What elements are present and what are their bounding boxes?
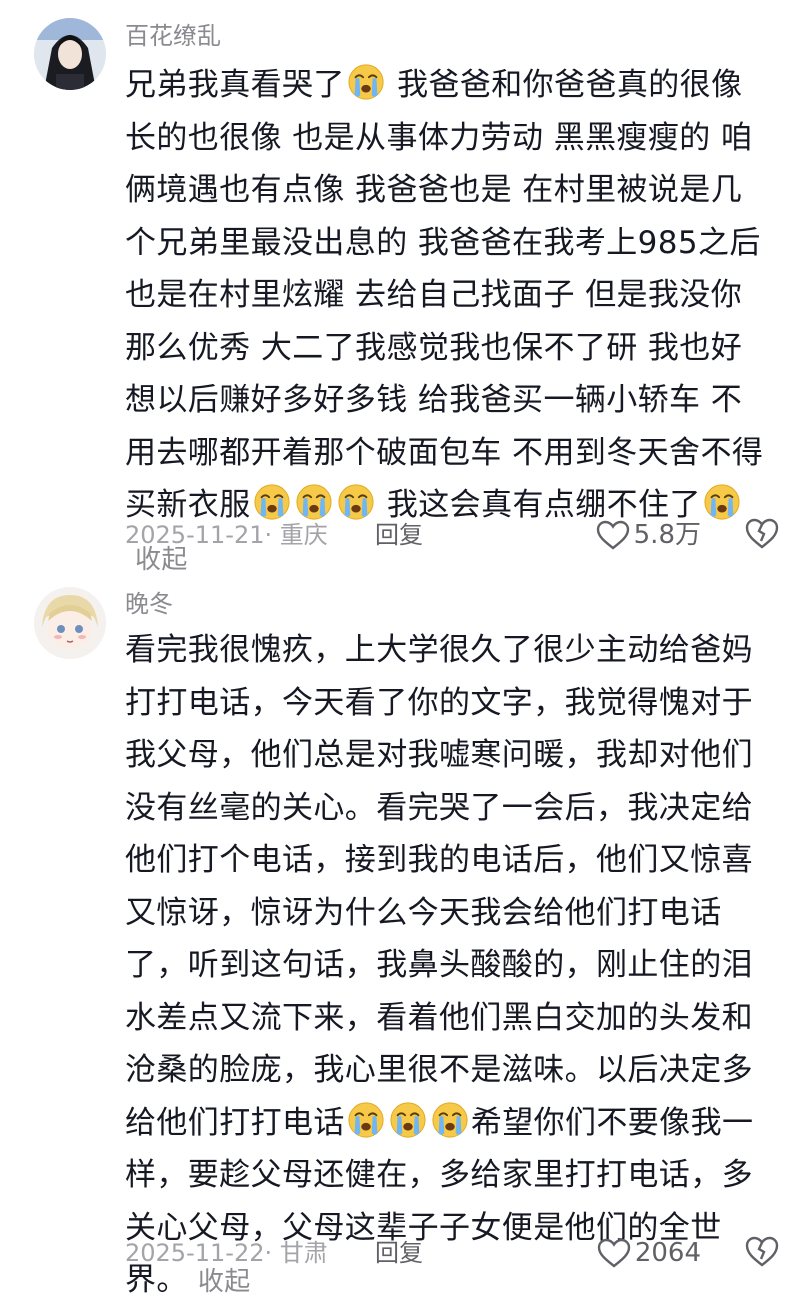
like-count: 2064: [634, 1238, 701, 1268]
comment-text-segment: 兄弟我真看哭了: [125, 67, 345, 103]
like-button[interactable]: 2064: [597, 1233, 701, 1273]
crying-emoji-icon: [348, 64, 384, 100]
comment-body: 兄弟我真看哭了 我爸爸和你爸爸真的很像 长的也很像 也是从事体力劳动 黑黑瘦瘦的…: [125, 64, 764, 523]
username[interactable]: 晚冬: [125, 588, 173, 620]
comment-text-segment: 看完我很愧疚，上大学很久了很少主动给爸妈打打电话，今天看了你的文字，我觉得愧对于…: [125, 632, 753, 1141]
reply-button[interactable]: 回复: [375, 1233, 423, 1273]
dislike-button[interactable]: [745, 1235, 779, 1279]
anime-avatar-icon: [34, 18, 106, 90]
user-avatar[interactable]: [34, 18, 106, 90]
like-count: 5.8万: [633, 520, 701, 550]
crying-emoji-icon: [348, 1101, 384, 1138]
comment-text: 兄弟我真看哭了 我爸爸和你爸爸真的很像 长的也很像 也是从事体力劳动 黑黑瘦瘦的…: [125, 59, 765, 586]
comment-meta: 2025-11-21· 重庆 回复 5.8万: [125, 515, 779, 555]
crying-emoji-icon: [432, 1101, 468, 1138]
username[interactable]: 百花缭乱: [125, 20, 221, 52]
broken-heart-icon: [745, 518, 779, 549]
anime-avatar-icon: [34, 587, 106, 659]
heart-icon: [596, 520, 629, 550]
date-location: 2025-11-22· 甘肃: [125, 1239, 328, 1267]
user-avatar[interactable]: [34, 587, 106, 659]
dislike-button[interactable]: [745, 517, 779, 561]
comment-meta: 2025-11-22· 甘肃 回复 2064: [125, 1233, 779, 1273]
reply-button[interactable]: 回复: [375, 515, 423, 555]
crying-emoji-icon: [390, 1101, 426, 1138]
comment-text-segment: 我爸爸和你爸爸真的很像 长的也很像 也是从事体力劳动 黑黑瘦瘦的 咱俩境遇也有点…: [125, 67, 764, 523]
broken-heart-icon: [745, 1236, 779, 1267]
comment-body: 看完我很愧疚，上大学很久了很少主动给爸妈打打电话，今天看了你的文字，我觉得愧对于…: [125, 632, 753, 1298]
like-button[interactable]: 5.8万: [596, 515, 701, 555]
heart-icon: [597, 1238, 631, 1268]
date-location: 2025-11-21· 重庆: [125, 521, 328, 549]
comment-text: 看完我很愧疚，上大学很久了很少主动给爸妈打打电话，今天看了你的文字，我觉得愧对于…: [125, 624, 765, 1309]
